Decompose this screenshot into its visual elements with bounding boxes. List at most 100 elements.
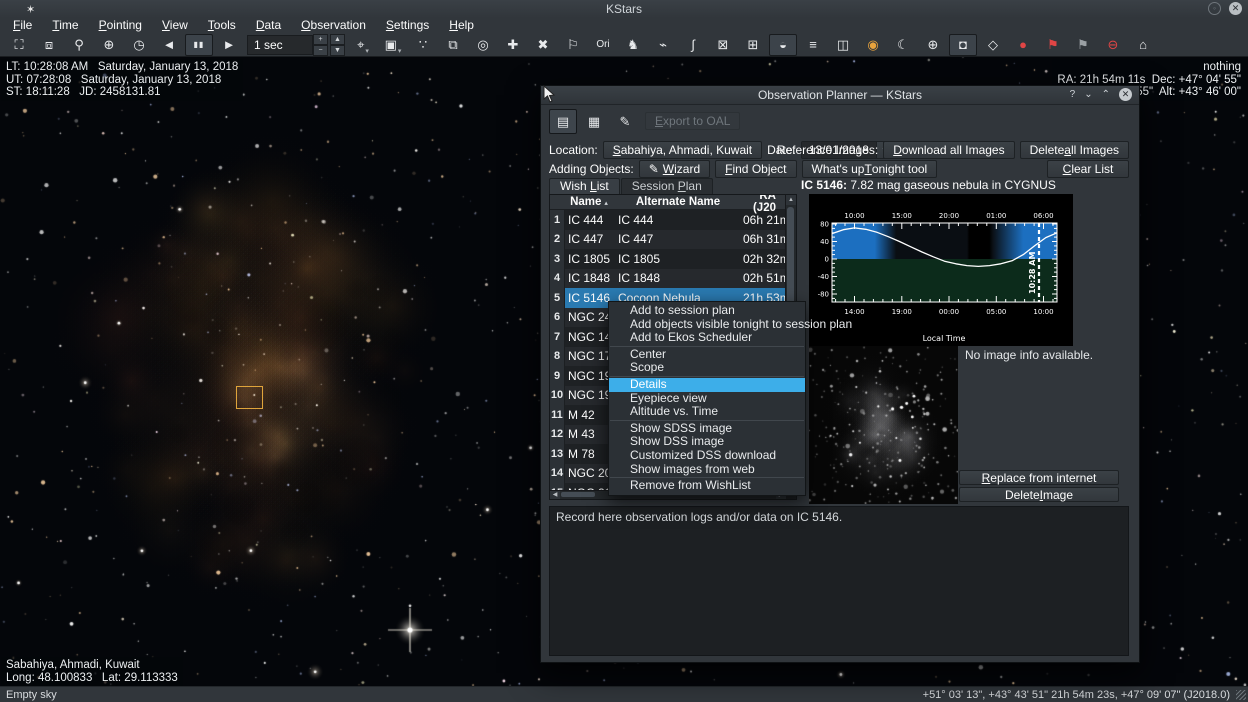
context-menu-item-scope[interactable]: Scope <box>609 361 805 375</box>
bright-star-icon[interactable]: ✚ <box>499 34 527 56</box>
context-menu-item-center[interactable]: Center <box>609 348 805 362</box>
horizon-icon[interactable]: ◒ <box>769 34 797 56</box>
step-forward-icon[interactable]: ► <box>215 34 243 56</box>
export-oal-button[interactable]: Export to OAL <box>645 112 740 130</box>
context-menu-item-details[interactable]: Details <box>609 378 805 392</box>
menu-settings[interactable]: Settings <box>377 18 438 33</box>
context-menu-item-show-dss-image[interactable]: Show DSS image <box>609 435 805 449</box>
scrollbar-thumb[interactable] <box>561 492 595 497</box>
replace-from-internet-button[interactable]: Replace from internet <box>959 470 1119 485</box>
menu-observation[interactable]: Observation <box>292 18 375 33</box>
context-menu-item-customized-dss-download[interactable]: Customized DSS download <box>609 449 805 463</box>
timestep-up-icon[interactable]: ▲ <box>330 34 345 45</box>
pause-icon[interactable]: ▮▮ <box>185 34 213 56</box>
svg-text:01:00: 01:00 <box>986 212 1006 220</box>
menu-pointing[interactable]: Pointing <box>90 18 151 33</box>
detail-list-icon[interactable]: ≡ <box>799 34 827 56</box>
milky-way-icon[interactable]: ∫ <box>679 34 707 56</box>
horizontal-grid-icon[interactable]: ⊞ <box>739 34 767 56</box>
whats-up-tonight-button[interactable]: What's up Tonight tool <box>802 160 938 178</box>
scroll-left-icon[interactable]: ◀ <box>550 491 560 499</box>
timestep-decrease-icon[interactable]: − <box>313 45 328 56</box>
table-row[interactable]: 1IC 444IC 44406h 21m <box>550 210 796 230</box>
delete-image-button[interactable]: Delete Image <box>959 487 1119 502</box>
help-icon[interactable]: ? <box>1070 89 1076 100</box>
flag-red-icon[interactable]: ⚑ <box>1039 34 1067 56</box>
observation-notes-textarea[interactable]: Record here observation logs and/or data… <box>549 506 1129 656</box>
table-row[interactable]: 4IC 1848IC 184802h 51m <box>550 269 796 289</box>
location-button[interactable]: Sabahiya, Ahmadi, Kuwait <box>603 141 762 159</box>
constellation-lines-icon[interactable]: ⌁ <box>649 34 677 56</box>
constellation-names-icon[interactable]: Ori <box>589 34 617 56</box>
pin-icon[interactable]: ◦ <box>1208 2 1221 15</box>
context-menu-item-show-images-from-web[interactable]: Show images from web <box>609 463 805 477</box>
column-header-name[interactable]: Name▴ <box>564 196 614 208</box>
solar-system-icon[interactable]: ◎ <box>469 34 497 56</box>
table-row[interactable]: 2IC 447IC 44706h 31m <box>550 230 796 250</box>
save-as-icon[interactable]: ✎ <box>611 109 639 134</box>
tab-session-plan[interactable]: Session Plan <box>621 178 713 194</box>
menu-data[interactable]: Data <box>247 18 290 33</box>
shade-icon[interactable]: ⌄ <box>1084 89 1092 100</box>
menu-time[interactable]: Time <box>43 18 87 33</box>
context-menu-item-altitude-vs-time[interactable]: Altitude vs. Time <box>609 405 805 419</box>
context-menu-item-add-to-session-plan[interactable]: Add to session plan <box>609 304 805 318</box>
record-icon[interactable]: ● <box>1009 34 1037 56</box>
scroll-up-icon[interactable]: ▲ <box>786 195 796 205</box>
reference-images-label: Reference Images: <box>777 143 878 157</box>
table-header[interactable]: Name▴ Alternate Name RA (J20 <box>550 195 796 210</box>
stars-icon[interactable]: ∵ <box>409 34 437 56</box>
table-row[interactable]: 3IC 1805IC 180502h 32m <box>550 249 796 269</box>
maximize-icon[interactable]: ⌃ <box>1102 89 1110 100</box>
pointing-icon[interactable]: ⌖▾ <box>349 34 377 56</box>
remove-object-icon[interactable]: ⊖ <box>1099 34 1127 56</box>
tab-wish-list[interactable]: Wish List <box>549 178 620 194</box>
context-menu-item-add-objects-visible-tonight-to-session-plan[interactable]: Add objects visible tonight to session p… <box>609 318 805 332</box>
resize-grip[interactable] <box>1236 690 1246 700</box>
wizard-button[interactable]: ✎Wizard <box>639 160 710 178</box>
planner-titlebar[interactable]: Observation Planner — KStars ? ⌄ ⌃ ✕ <box>541 86 1139 105</box>
equatorial-grid-icon[interactable]: ⊠ <box>709 34 737 56</box>
context-menu-item-show-sdss-image[interactable]: Show SDSS image <box>609 422 805 436</box>
close-icon[interactable]: ✕ <box>1229 2 1242 15</box>
context-menu-item-remove-from-wishlist[interactable]: Remove from WishList <box>609 479 805 493</box>
constellation-art-icon[interactable]: ♞ <box>619 34 647 56</box>
hips-overlay-icon[interactable]: ☾ <box>889 34 917 56</box>
timestep-down-icon[interactable]: ▼ <box>330 45 345 56</box>
sky-image-icon[interactable]: ▣▾ <box>379 34 407 56</box>
clear-list-button[interactable]: Clear List <box>1047 160 1129 178</box>
menu-file[interactable]: File <box>4 18 41 33</box>
deep-sky-objects-icon[interactable]: ⧉ <box>439 34 467 56</box>
menu-help[interactable]: Help <box>440 18 483 33</box>
cell-alternate-name: IC 447 <box>615 232 743 246</box>
whats-interesting-icon[interactable]: ◉ <box>859 34 887 56</box>
asteroids-icon[interactable]: ⚐ <box>559 34 587 56</box>
context-menu-item-eyepiece-view[interactable]: Eyepiece view <box>609 392 805 406</box>
column-header-ra[interactable]: RA (J20 <box>742 194 788 214</box>
find-object-icon[interactable]: ⚲ <box>65 34 93 56</box>
observation-planner-icon[interactable]: ◫ <box>829 34 857 56</box>
zoom-out-icon[interactable]: ⧈ <box>35 34 63 56</box>
set-time-icon[interactable]: ◷ <box>125 34 153 56</box>
save-icon[interactable]: ▦ <box>580 109 608 134</box>
menu-tools[interactable]: Tools <box>199 18 245 33</box>
column-header-alternate-name[interactable]: Alternate Name <box>614 196 742 208</box>
geolocation-icon[interactable]: ⊕ <box>95 34 123 56</box>
lock-position-icon[interactable]: ◘ <box>949 34 977 56</box>
download-all-images-button[interactable]: Download all Images <box>883 141 1014 159</box>
find-object-button[interactable]: Find Object <box>715 160 796 178</box>
delete-all-images-button[interactable]: Delete all Images <box>1020 141 1129 159</box>
fov-icon[interactable]: ◇ <box>979 34 1007 56</box>
timestep-increase-icon[interactable]: + <box>313 34 328 45</box>
step-backward-icon[interactable]: ◄ <box>155 34 183 56</box>
open-file-icon[interactable]: ▤ <box>549 109 577 134</box>
zoom-in-icon[interactable]: ⛶ <box>5 34 33 56</box>
comets-icon[interactable]: ✖ <box>529 34 557 56</box>
timestep-input[interactable]: 1 sec <box>247 35 313 55</box>
telescope-target-icon[interactable]: ⊕ <box>919 34 947 56</box>
planner-close-icon[interactable]: ✕ <box>1119 88 1132 101</box>
menu-view[interactable]: View <box>153 18 197 33</box>
dome-icon[interactable]: ⌂ <box>1129 34 1157 56</box>
flag-gray-icon[interactable]: ⚑ <box>1069 34 1097 56</box>
context-menu-item-add-to-ekos-scheduler[interactable]: Add to Ekos Scheduler <box>609 331 805 345</box>
